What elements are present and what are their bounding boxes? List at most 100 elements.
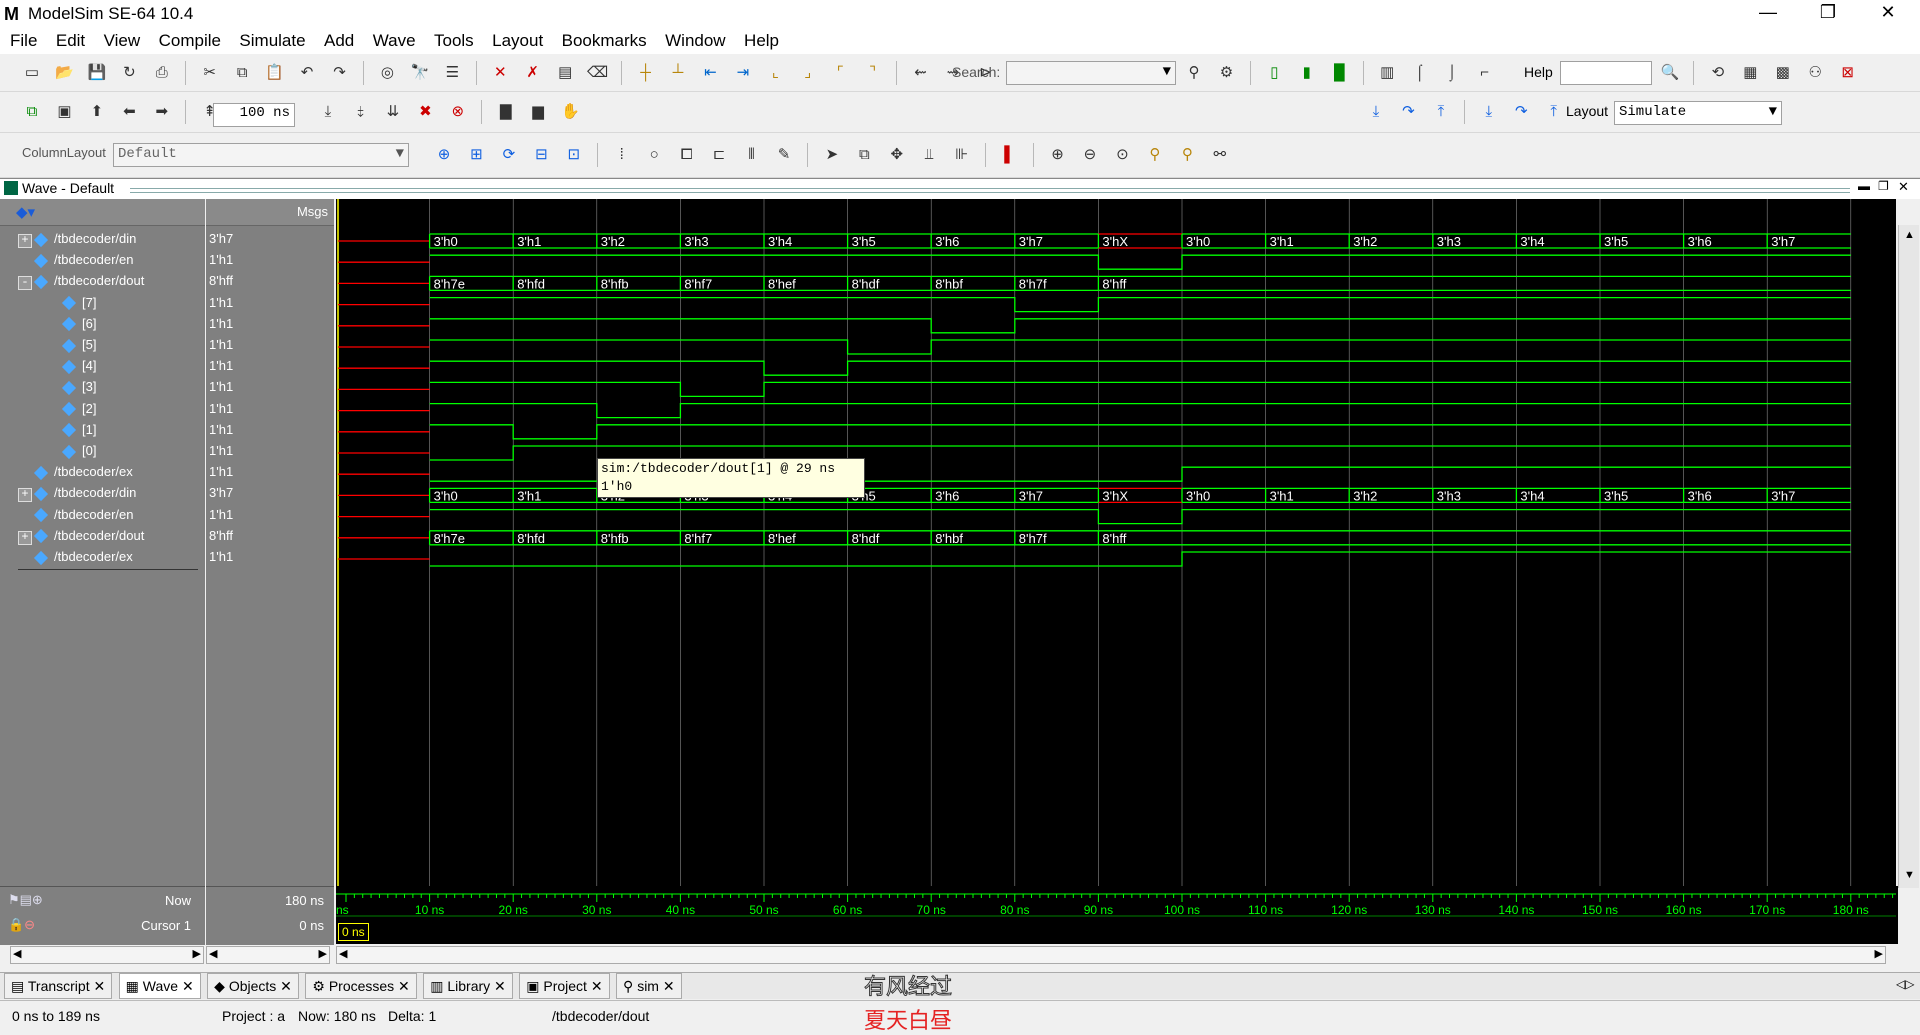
reload-icon[interactable]: ↻	[118, 62, 140, 84]
wave-format-icon-6[interactable]: ⌡	[1441, 62, 1463, 84]
signal-row[interactable]: [7]	[46, 295, 96, 315]
scroll-right-icon[interactable]: ▶	[1875, 947, 1883, 960]
search-binoculars-icon[interactable]: ⚲	[1183, 62, 1205, 84]
drag-handle[interactable]	[130, 188, 1850, 193]
stop-cursor-icon[interactable]: ▌	[999, 144, 1021, 166]
next-edge-icon[interactable]: ⇥	[732, 62, 754, 84]
run-length-input[interactable]: 100 ns	[213, 103, 295, 127]
expand-icon[interactable]: +	[18, 530, 32, 545]
wave-tools-icon[interactable]: ◆▾	[16, 203, 35, 221]
copy-icon[interactable]: ⧉	[231, 62, 253, 84]
menu-bookmarks[interactable]: Bookmarks	[562, 28, 647, 54]
paste-icon[interactable]: 📋	[264, 62, 286, 84]
tab-wave[interactable]: ▦ Wave ✕	[118, 973, 201, 999]
help-search-icon[interactable]: 🔍	[1659, 62, 1681, 84]
signal-row[interactable]: [1]	[46, 422, 96, 442]
layout-icon-2[interactable]: ▦	[1739, 62, 1761, 84]
signal-row[interactable]: + /tbdecoder/din	[18, 231, 136, 251]
menu-layout[interactable]: Layout	[492, 28, 543, 54]
scroll-right-icon[interactable]: ▶	[319, 947, 327, 960]
step-into-icon[interactable]: ⤓	[1365, 101, 1387, 123]
delete-cursor-icon[interactable]: ┴	[667, 62, 689, 84]
memory-icon[interactable]: ▆	[527, 101, 549, 123]
signal-row[interactable]: [2]	[46, 401, 96, 421]
select-pointer-icon[interactable]: ➤	[821, 144, 843, 166]
prev-edge-icon[interactable]: ⇤	[699, 62, 721, 84]
value-hscroll[interactable]: ◀ ▶	[206, 946, 330, 964]
edge-icon-1[interactable]: ⌞	[764, 62, 786, 84]
format-icon-2[interactable]: ○	[643, 144, 665, 166]
signal-row[interactable]: + /tbdecoder/din	[18, 485, 136, 505]
signal-row[interactable]: [3]	[46, 379, 96, 399]
restart-icon[interactable]: ⧉	[21, 101, 43, 123]
minimize-pane-icon[interactable]: ▬	[1858, 179, 1870, 193]
new-file-icon[interactable]: ▭	[21, 62, 43, 84]
format-icon-5[interactable]: ⫴	[741, 144, 763, 166]
search-options-icon[interactable]: ⚙	[1215, 62, 1237, 84]
wave-format-icon-7[interactable]: ⌐	[1474, 62, 1496, 84]
zoom-in-icon[interactable]: ⊕	[1047, 144, 1069, 166]
signal-row[interactable]: [5]	[46, 337, 96, 357]
menu-add[interactable]: Add	[324, 28, 354, 54]
zoom-mode-icon[interactable]: ⧉	[853, 144, 875, 166]
tab-sim[interactable]: ⚲ sim ✕	[616, 973, 682, 999]
wave-hscroll[interactable]: ◀ ▶	[336, 946, 1886, 964]
undo-icon[interactable]: ↶	[296, 62, 318, 84]
wave-format-icon-2[interactable]: ▮	[1296, 62, 1318, 84]
waveform-canvas[interactable]: 3'h0 3'h1 3'h2 3'h3 3'h4 3'h5 3'h6 3'h7 3'hX 3'h0…	[336, 199, 1896, 886]
pan-icon[interactable]: ✥	[886, 144, 908, 166]
menu-view[interactable]: View	[104, 28, 141, 54]
menu-tools[interactable]: Tools	[434, 28, 474, 54]
menu-help[interactable]: Help	[744, 28, 779, 54]
zoom-full-icon[interactable]: ⊙	[1111, 144, 1133, 166]
expand-icon[interactable]: +	[18, 488, 32, 503]
zoom-cursor-icon[interactable]: ⚲	[1144, 144, 1166, 166]
run-options-icon[interactable]: ▣	[53, 101, 75, 123]
layout-select[interactable]: Simulate ▼	[1614, 101, 1782, 125]
redo-icon[interactable]: ↷	[329, 62, 351, 84]
split-icon[interactable]: ⊪	[951, 144, 973, 166]
name-hscroll[interactable]: ◀ ▶	[10, 946, 204, 964]
format-icon-6[interactable]: ✎	[773, 144, 795, 166]
wave-format-icon-4[interactable]: ▥	[1376, 62, 1398, 84]
edit-mode-icon[interactable]: ⫫	[918, 144, 940, 166]
delete-icon[interactable]: ✕	[489, 62, 511, 84]
tab-processes[interactable]: ⚙ Processes ✕	[305, 973, 417, 999]
menu-file[interactable]: File	[10, 28, 37, 54]
help-input[interactable]	[1560, 61, 1652, 85]
wave-format-icon-3[interactable]: █	[1328, 62, 1350, 84]
signal-row[interactable]: [0]	[46, 443, 96, 463]
close-pane-icon[interactable]: ✕	[1898, 179, 1909, 195]
document-icon[interactable]: ▤	[554, 62, 576, 84]
delete-all-icon[interactable]: ✗	[522, 62, 544, 84]
add-group-icon[interactable]: ⊞	[465, 144, 487, 166]
find-icon[interactable]: 🔭	[409, 62, 431, 84]
signal-row[interactable]: [4]	[46, 358, 96, 378]
tab-objects[interactable]: ◆ Objects ✕	[207, 973, 299, 999]
close-button[interactable]: ✕	[1868, 2, 1908, 26]
step-back-icon[interactable]: ⇜	[910, 62, 932, 84]
break-icon[interactable]: ✖	[414, 101, 436, 123]
stop-icon[interactable]: ⊗	[447, 101, 469, 123]
step-over-2-icon[interactable]: ↷	[1510, 101, 1532, 123]
layout-icon-3[interactable]: ▩	[1772, 62, 1794, 84]
wave-format-icon-5[interactable]: ⌠	[1409, 62, 1431, 84]
format-icon-4[interactable]: ⊏	[708, 144, 730, 166]
scroll-left-icon[interactable]: ◀	[209, 947, 217, 960]
scroll-down-icon[interactable]: ▼	[1904, 869, 1915, 881]
signal-row[interactable]: /tbdecoder/ex	[18, 464, 133, 484]
signal-row[interactable]: /tbdecoder/en	[18, 507, 134, 527]
step-over-icon[interactable]: ↷	[1397, 101, 1419, 123]
restore-button[interactable]: ❐	[1808, 2, 1848, 26]
lock-icon[interactable]: 🔒⊖	[8, 917, 35, 933]
continue-icon[interactable]: ⤈	[349, 101, 371, 123]
properties-icon[interactable]: ☰	[441, 62, 463, 84]
zoom-range-icon[interactable]: ⚯	[1209, 144, 1231, 166]
scroll-left-icon[interactable]: ◀	[339, 947, 347, 960]
forward-arrow-icon[interactable]: ➡	[151, 101, 173, 123]
run-icon[interactable]: ⤓	[317, 101, 339, 123]
layout-icon-1[interactable]: ⟲	[1707, 62, 1729, 84]
print-icon[interactable]: ⎙	[151, 62, 173, 84]
minimize-button[interactable]: —	[1748, 2, 1788, 26]
tab-library[interactable]: ▥ Library ✕	[423, 973, 513, 999]
